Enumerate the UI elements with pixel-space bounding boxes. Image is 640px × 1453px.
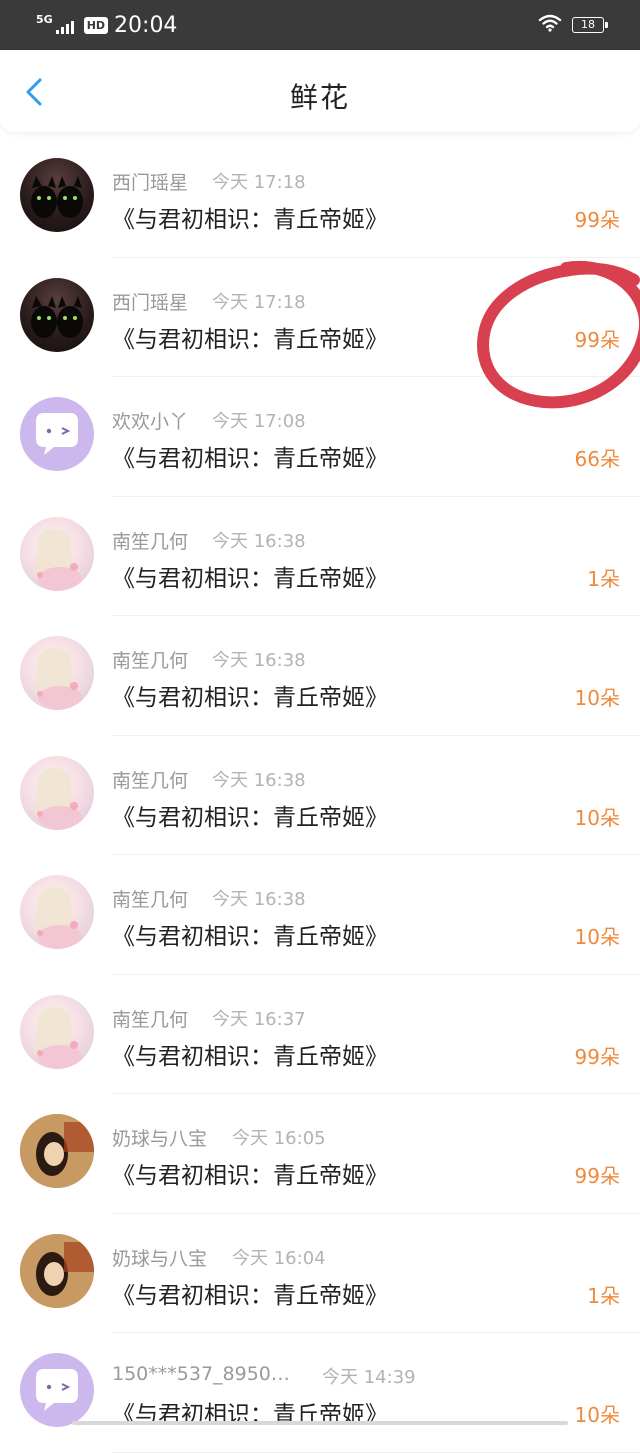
cat-avatar[interactable] — [20, 277, 94, 352]
flower-record-row[interactable]: 奶球与八宝 今天 16:05 《与君初相识：青丘帝姬》 99朵 — [0, 1094, 640, 1214]
flower-count: 99朵 — [574, 327, 620, 352]
anime-girl-avatar[interactable] — [20, 755, 94, 830]
sender-name: 西门瑶星 — [112, 291, 189, 314]
anime-girl-avatar[interactable] — [20, 516, 94, 591]
book-title: 《与君初相识：青丘帝姬》 — [112, 207, 388, 233]
flower-record-row[interactable]: 南笙几何 今天 16:38 《与君初相识：青丘帝姬》 10朵 — [0, 616, 640, 736]
book-title: 《与君初相识：青丘帝姬》 — [112, 1043, 388, 1070]
photo-avatar[interactable] — [20, 1233, 94, 1308]
flower-record-row[interactable]: 西门瑶星 今天 17:18 《与君初相识：青丘帝姬》 99朵 — [0, 258, 640, 377]
status-bar: 5G HD 20:04 18 — [0, 0, 640, 50]
flower-record-row[interactable]: 奶球与八宝 今天 16:04 《与君初相识：青丘帝姬》 1朵 — [0, 1214, 640, 1333]
chat-bubble-avatar[interactable] — [20, 397, 94, 471]
sender-name: 南笙几何 — [112, 1008, 189, 1031]
flower-record-row[interactable]: 南笙几何 今天 16:37 《与君初相识：青丘帝姬》 99朵 — [0, 975, 640, 1094]
hd-icon: HD — [83, 16, 109, 34]
send-time: 今天 16:37 — [212, 1008, 306, 1030]
sender-name: 欢欢小丫 — [112, 411, 189, 433]
clock: 20:04 — [114, 12, 178, 38]
page-title: 鲜花 — [289, 81, 350, 114]
sender-name: 150***537_8950… — [112, 1363, 290, 1385]
flower-count: 99朵 — [574, 208, 620, 232]
signal-icon — [55, 20, 76, 34]
anime-girl-avatar[interactable] — [20, 875, 94, 949]
send-time: 今天 16:38 — [212, 769, 306, 791]
send-time: 今天 17:08 — [212, 411, 306, 432]
send-time: 今天 16:38 — [212, 889, 306, 910]
flower-record-row[interactable]: 欢欢小丫 今天 17:08 《与君初相识：青丘帝姬》 66朵 — [0, 377, 640, 497]
book-title: 《与君初相识：青丘帝姬》 — [112, 685, 388, 711]
book-title: 《与君初相识：青丘帝姬》 — [112, 565, 388, 592]
book-title: 《与君初相识：青丘帝姬》 — [112, 1282, 388, 1309]
book-title: 《与君初相识：青丘帝姬》 — [112, 326, 388, 353]
send-time: 今天 16:04 — [232, 1247, 326, 1269]
book-title: 《与君初相识：青丘帝姬》 — [112, 804, 388, 831]
chat-bubble-avatar[interactable] — [20, 1353, 94, 1427]
sender-name: 奶球与八宝 — [112, 1247, 208, 1270]
flower-record-row[interactable]: 150***537_8950… 今天 14:39 《与君初相识：青丘帝姬》 10朵 — [0, 1333, 640, 1453]
book-title: 《与君初相识：青丘帝姬》 — [112, 924, 388, 950]
home-indicator — [72, 1421, 568, 1425]
send-time: 今天 16:38 — [212, 650, 306, 671]
flower-count: 10朵 — [574, 805, 620, 830]
sender-name: 南笙几何 — [112, 530, 189, 553]
flower-count: 99朵 — [574, 1044, 620, 1069]
battery-icon: 18 — [572, 17, 608, 33]
anime-girl-avatar[interactable] — [20, 994, 94, 1069]
row-divider — [112, 1451, 640, 1453]
sender-name: 南笙几何 — [112, 769, 189, 792]
flower-count: 10朵 — [574, 925, 620, 949]
status-right: 18 — [538, 0, 608, 50]
flower-count: 99朵 — [574, 1164, 620, 1188]
send-time: 今天 16:05 — [232, 1128, 326, 1149]
send-time: 今天 17:18 — [212, 291, 306, 313]
flower-record-row[interactable]: 南笙几何 今天 16:38 《与君初相识：青丘帝姬》 10朵 — [0, 736, 640, 855]
flower-record-row[interactable]: 西门瑶星 今天 17:18 《与君初相识：青丘帝姬》 99朵 — [0, 138, 640, 258]
flower-count: 1朵 — [587, 1283, 620, 1308]
sender-name: 西门瑶星 — [112, 172, 189, 194]
flower-count: 1朵 — [587, 566, 620, 591]
flower-record-row[interactable]: 南笙几何 今天 16:38 《与君初相识：青丘帝姬》 10朵 — [0, 855, 640, 975]
flower-record-list: 西门瑶星 今天 17:18 《与君初相识：青丘帝姬》 99朵 西门瑶星 今天 17:18 《… — [0, 138, 640, 1453]
photo-avatar[interactable] — [20, 1114, 94, 1188]
book-title: 《与君初相识：青丘帝姬》 — [112, 446, 388, 472]
flower-record-row[interactable]: 南笙几何 今天 16:38 《与君初相识：青丘帝姬》 1朵 — [0, 497, 640, 616]
network-type: 5G — [36, 12, 53, 26]
sender-name: 南笙几何 — [112, 889, 189, 911]
send-time: 今天 16:38 — [212, 530, 306, 552]
cat-avatar[interactable] — [20, 158, 94, 232]
sender-name: 奶球与八宝 — [112, 1128, 208, 1150]
flower-count: 10朵 — [574, 1403, 620, 1427]
flower-count: 10朵 — [574, 686, 620, 710]
nav-bar: 鲜花 — [0, 50, 640, 132]
wifi-icon — [538, 14, 562, 36]
anime-girl-avatar[interactable] — [20, 636, 94, 710]
status-left: 5G HD 20:04 — [36, 0, 177, 50]
sender-name: 南笙几何 — [112, 650, 189, 672]
send-time: 今天 17:18 — [212, 172, 306, 193]
book-title: 《与君初相识：青丘帝姬》 — [112, 1163, 388, 1189]
send-time: 今天 14:39 — [322, 1367, 416, 1388]
flower-count: 66朵 — [574, 447, 620, 471]
